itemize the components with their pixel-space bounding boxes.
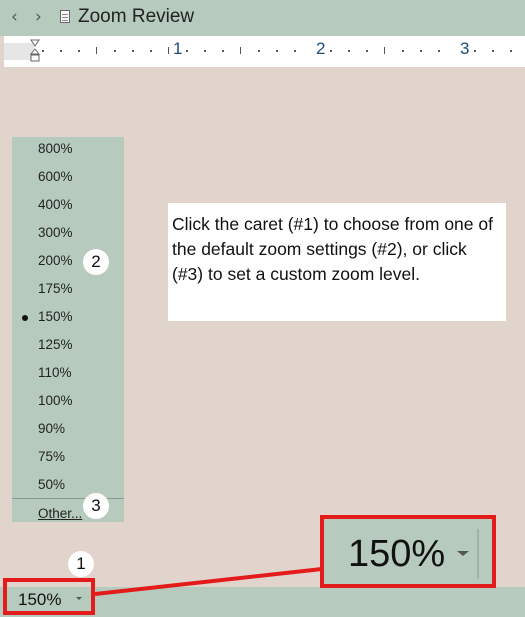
zoom-status-value: 150% xyxy=(18,590,62,609)
zoom-option-400[interactable]: 400% xyxy=(12,193,124,221)
ruler-number: 3 xyxy=(460,39,470,58)
ruler-tick xyxy=(96,47,97,54)
zoom-option-label: 200% xyxy=(38,253,73,268)
indent-marker-icon[interactable] xyxy=(30,39,40,63)
ruler-tick xyxy=(384,47,385,54)
zoom-option-300[interactable]: 300% xyxy=(12,221,124,249)
zoom-option-label: 600% xyxy=(38,169,73,184)
zoom-option-label: 175% xyxy=(38,281,73,296)
ruler-dot xyxy=(366,50,368,52)
ruler-band xyxy=(4,43,525,60)
ruler-dot xyxy=(222,50,224,52)
ruler-dot xyxy=(60,50,62,52)
zoom-status-magnified: 150% xyxy=(320,515,496,588)
ruler-dot xyxy=(186,50,188,52)
ruler-number: 2 xyxy=(316,39,326,58)
ruler-dot xyxy=(438,50,440,52)
zoom-option-label: 300% xyxy=(38,225,73,240)
zoom-option-label: 400% xyxy=(38,197,73,212)
ruler-dot xyxy=(474,50,476,52)
selected-bullet-icon xyxy=(22,315,28,321)
ruler-dot xyxy=(204,50,206,52)
zoom-option-150[interactable]: 150% xyxy=(12,305,124,333)
zoom-option-label: 75% xyxy=(38,449,66,464)
caret-down-icon[interactable] xyxy=(76,597,82,600)
ruler-dot xyxy=(348,50,350,52)
zoom-option-75[interactable]: 75% xyxy=(12,445,124,473)
badge-1: 1 xyxy=(68,551,94,577)
zoom-magnified-value: 150% xyxy=(348,533,446,575)
zoom-option-175[interactable]: 175% xyxy=(12,277,124,305)
ruler-tick xyxy=(240,47,241,54)
zoom-option-600[interactable]: 600% xyxy=(12,165,124,193)
ruler-dot xyxy=(78,50,80,52)
ruler-dot xyxy=(330,50,332,52)
back-chevron-icon[interactable]: ‹ xyxy=(11,7,18,27)
zoom-option-100[interactable]: 100% xyxy=(12,389,124,417)
badge-3: 3 xyxy=(83,493,109,519)
ruler-dot xyxy=(492,50,494,52)
zoom-option-125[interactable]: 125% xyxy=(12,333,124,361)
zoom-dropdown-menu: 800% 600% 400% 300% 200% 175% 150% 125% 110% 100%… xyxy=(12,137,124,522)
zoom-option-50[interactable]: 50% xyxy=(12,473,124,501)
ruler-dot xyxy=(420,50,422,52)
forward-chevron-icon[interactable]: › xyxy=(35,7,42,27)
zoom-option-800[interactable]: 800% xyxy=(12,137,124,165)
document-icon xyxy=(60,10,70,23)
ruler-dot xyxy=(510,50,512,52)
zoom-other-label: Other... xyxy=(38,506,83,521)
document-title: Zoom Review xyxy=(78,6,195,27)
zoom-option-label: 800% xyxy=(38,141,73,156)
zoom-option-110[interactable]: 110% xyxy=(12,361,124,389)
zoom-option-label: 100% xyxy=(38,393,73,408)
ruler-dot xyxy=(276,50,278,52)
ruler-dot xyxy=(114,50,116,52)
caret-down-icon xyxy=(457,551,469,556)
zoom-option-label: 150% xyxy=(38,309,73,324)
title-bar: ‹ › Zoom Review xyxy=(0,0,525,36)
zoom-status-button[interactable]: 150% xyxy=(3,578,95,615)
ruler-dot xyxy=(150,50,152,52)
zoom-option-90[interactable]: 90% xyxy=(12,417,124,445)
ruler-dot xyxy=(258,50,260,52)
zoom-option-label: 50% xyxy=(38,477,66,492)
ruler-number: 1 xyxy=(173,39,183,58)
ruler-tick xyxy=(168,47,169,54)
ruler-dot xyxy=(42,50,44,52)
instruction-callout: Click the caret (#1) to choose from one … xyxy=(168,203,506,321)
divider xyxy=(477,529,479,579)
zoom-option-label: 90% xyxy=(38,421,66,436)
ruler-dot xyxy=(294,50,296,52)
horizontal-ruler[interactable]: 1 2 3 xyxy=(4,36,525,67)
badge-2: 2 xyxy=(83,249,109,275)
ruler-dot xyxy=(132,50,134,52)
ruler-dot xyxy=(402,50,404,52)
zoom-option-label: 125% xyxy=(38,337,73,352)
zoom-option-label: 110% xyxy=(38,365,72,380)
